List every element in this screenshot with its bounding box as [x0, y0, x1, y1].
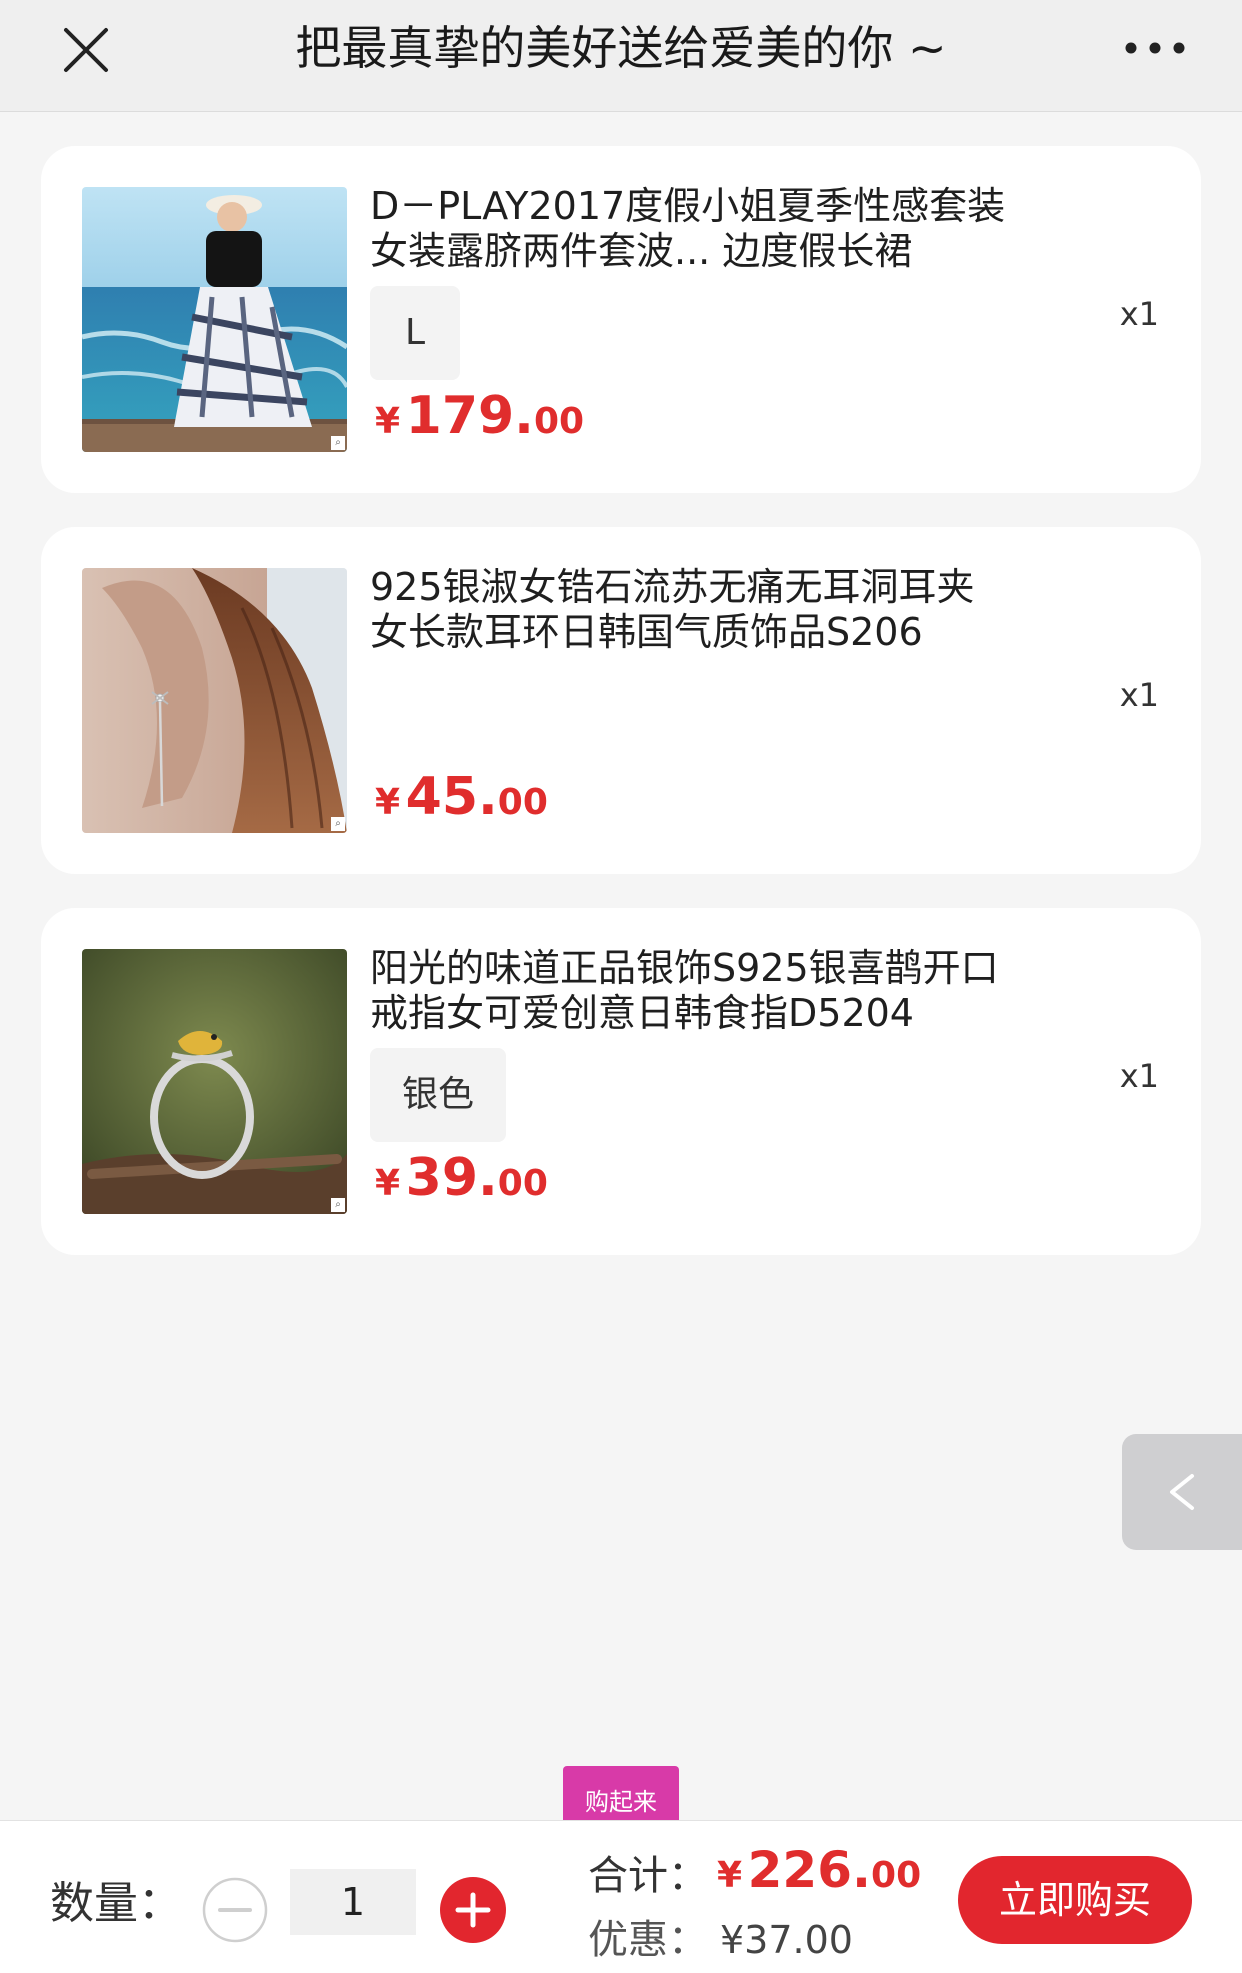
product-price: ¥ 39.00	[375, 1148, 548, 1208]
zoom-icon: ⌕	[331, 817, 345, 831]
more-icon[interactable]	[1122, 30, 1188, 66]
promo-tag[interactable]: 购起来	[563, 1766, 679, 1822]
total-label: 合计：	[588, 1853, 708, 1899]
discount-label: 优惠：	[588, 1917, 708, 1963]
chevron-left-icon	[1170, 1474, 1194, 1510]
item-quantity: x1	[1119, 1057, 1159, 1095]
checkout-bar: 数量： 合计： ¥ 226.00 优惠： ¥37.00 立即购买	[0, 1820, 1242, 1973]
zoom-icon: ⌕	[331, 1198, 345, 1212]
product-title[interactable]: 925银淑女锆石流苏无痛无耳洞耳夹女长款耳环日韩国气质饰品S206	[370, 565, 1010, 655]
order-item-card[interactable]: ⌕ D－PLAY2017度假小姐夏季性感套装女装露脐两件套波... 边度假长裙 …	[41, 146, 1201, 493]
zoom-icon: ⌕	[331, 436, 345, 450]
sku-tag: 银色	[370, 1048, 507, 1142]
item-quantity: x1	[1119, 295, 1159, 333]
item-quantity: x1	[1119, 676, 1159, 714]
top-bar: 把最真挚的美好送给爱美的你 ~	[0, 0, 1242, 112]
discount-value: ¥37.00	[720, 1918, 853, 1962]
product-title[interactable]: 阳光的味道正品银饰S925银喜鹊开口戒指女可爱创意日韩食指D5204	[370, 946, 1010, 1036]
quantity-input[interactable]	[290, 1869, 416, 1935]
order-item-card[interactable]: ⌕ 阳光的味道正品银饰S925银喜鹊开口戒指女可爱创意日韩食指D5204 银色 …	[41, 908, 1201, 1255]
sku-tag: L	[370, 286, 460, 380]
minus-icon[interactable]	[202, 1877, 268, 1943]
product-price: ¥ 179.00	[375, 386, 585, 446]
order-item-card[interactable]: ⌕ 925银淑女锆石流苏无痛无耳洞耳夹女长款耳环日韩国气质饰品S206 ¥ 45…	[41, 527, 1201, 874]
product-image[interactable]: ⌕	[82, 949, 347, 1214]
buy-now-button[interactable]: 立即购买	[958, 1856, 1192, 1944]
total-price: ¥ 226.00	[717, 1841, 922, 1899]
product-image[interactable]: ⌕	[82, 187, 347, 452]
plus-icon[interactable]	[440, 1877, 506, 1943]
close-icon[interactable]	[58, 22, 114, 78]
product-image[interactable]: ⌕	[82, 568, 347, 833]
side-expand-tab[interactable]	[1122, 1434, 1242, 1550]
product-title[interactable]: D－PLAY2017度假小姐夏季性感套装女装露脐两件套波... 边度假长裙	[370, 184, 1010, 274]
page-title: 把最真挚的美好送给爱美的你 ~	[295, 21, 947, 75]
quantity-label: 数量：	[50, 1878, 182, 1929]
product-price: ¥ 45.00	[375, 767, 548, 827]
